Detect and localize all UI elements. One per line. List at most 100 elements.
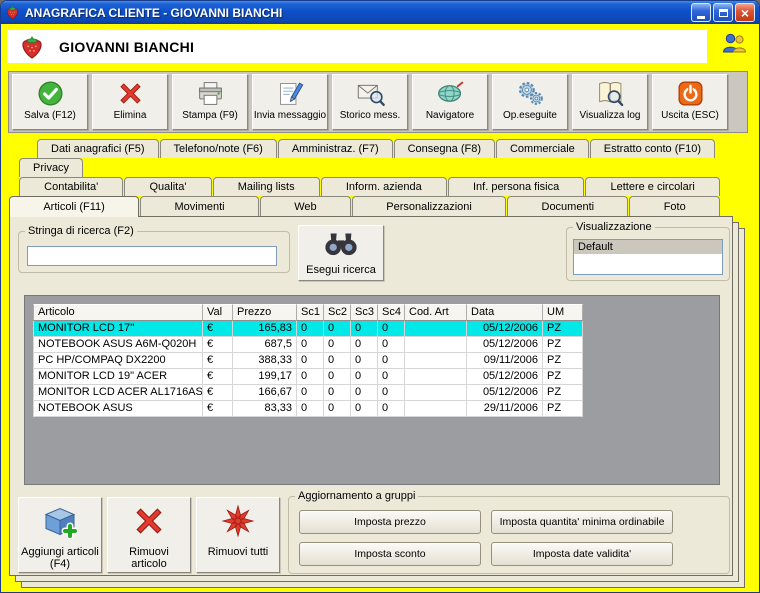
toolbar-button-uscita-esc[interactable]: Uscita (ESC)	[652, 74, 728, 130]
column-header-data[interactable]: Data	[467, 304, 543, 321]
group-update-button-imposta-quantita-minima-ordinabile[interactable]: Imposta quantita' minima ordinabile	[491, 510, 673, 534]
toolbar-button-storico-mess[interactable]: Storico mess.	[332, 74, 408, 130]
cell-um: PZ	[543, 369, 583, 385]
cell-val: €	[203, 385, 233, 401]
tab-privacy[interactable]: Privacy	[19, 158, 84, 177]
toolbar-button-label: Elimina	[113, 110, 147, 121]
cell-prezzo: 166,67	[233, 385, 297, 401]
toolbar-button-label: Storico mess.	[339, 110, 401, 121]
tab-row-1: Dati anagrafici (F5) Telefono/note (F6) Am…	[37, 139, 715, 158]
group-update-box: Aggiornamento a gruppi Imposta prezzo Imp…	[288, 490, 730, 574]
cell-sc3: 0	[351, 321, 378, 337]
header: GIOVANNI BIANCHI	[1, 24, 759, 68]
cell-prezzo: 388,33	[233, 353, 297, 369]
titlebar: ANAGRAFICA CLIENTE - GIOVANNI BIANCHI ×	[1, 1, 759, 24]
group-update-button-imposta-sconto[interactable]: Imposta sconto	[299, 542, 481, 566]
column-header-val[interactable]: Val	[203, 304, 233, 321]
toolbar-button-invia-messaggio[interactable]: Invia messaggio	[252, 74, 328, 130]
tab-foto[interactable]: Foto	[629, 196, 721, 216]
search-group: Stringa di ricerca (F2)	[18, 225, 290, 273]
cell-sc2: 0	[324, 353, 351, 369]
articles-grid-area: Articolo Val Prezzo Sc1 Sc2 Sc3 Sc4 Cod. Art Dat…	[24, 295, 720, 485]
cell-articolo: NOTEBOOK ASUS A6M-Q020H	[33, 337, 203, 353]
tab-web[interactable]: Web	[259, 196, 351, 216]
cell-data: 05/12/2006	[467, 369, 543, 385]
visualization-group-label: Visualizzazione	[576, 221, 652, 233]
printer-icon	[196, 78, 225, 109]
column-header-articolo[interactable]: Articolo	[33, 304, 203, 321]
tab-contabilita[interactable]: Contabilita'	[19, 177, 124, 196]
tab-telefono-note-f6[interactable]: Telefono/note (F6)	[159, 139, 277, 158]
column-header-um[interactable]: UM	[543, 304, 583, 321]
cell-prezzo: 199,17	[233, 369, 297, 385]
maximize-button[interactable]	[713, 3, 733, 22]
users-icon[interactable]	[721, 32, 747, 54]
action-button-aggiungi-articoli-f4[interactable]: Aggiungi articoli (F4)	[18, 497, 102, 573]
table-row[interactable]: NOTEBOOK ASUS €83,33 0 0 0 0 29/11/2006 PZ	[33, 401, 583, 417]
toolbar-button-navigatore[interactable]: Navigatore	[412, 74, 488, 130]
toolbar-button-stampa-f9[interactable]: Stampa (F9)	[172, 74, 248, 130]
group-update-button-imposta-date-validita[interactable]: Imposta date validita'	[491, 542, 673, 566]
cell-um: PZ	[543, 353, 583, 369]
group-update-buttons: Imposta prezzo Imposta quantita' minima o…	[299, 510, 673, 566]
remove-cross-icon	[131, 503, 167, 544]
column-header-sc1[interactable]: Sc1	[297, 304, 324, 321]
tab-articoli-f11[interactable]: Articoli (F11)	[9, 196, 140, 217]
article-actions: Aggiungi articoli (F4) Rimuovi articolo Ri…	[18, 497, 280, 573]
tab-estratto-conto-f10[interactable]: Estratto conto (F10)	[589, 139, 715, 158]
execute-search-button[interactable]: Esegui ricerca	[298, 225, 384, 281]
cell-sc4: 0	[378, 353, 405, 369]
column-header-cod-art[interactable]: Cod. Art	[405, 304, 467, 321]
execute-search-label: Esegui ricerca	[306, 264, 376, 276]
tab-inform-azienda[interactable]: Inform. azienda	[320, 177, 447, 196]
tab-personalizzazioni[interactable]: Personalizzazioni	[351, 196, 507, 216]
cell-sc1: 0	[297, 337, 324, 353]
tab-amministraz-f7[interactable]: Amministraz. (F7)	[277, 139, 393, 158]
column-header-sc2[interactable]: Sc2	[324, 304, 351, 321]
visualization-list-item[interactable]: Default	[574, 240, 722, 254]
tab-dati-anagrafici-f5[interactable]: Dati anagrafici (F5)	[37, 139, 159, 158]
table-row[interactable]: MONITOR LCD 19" ACER €199,17 0 0 0 0 05/12/200…	[33, 369, 583, 385]
tab-documenti[interactable]: Documenti	[507, 196, 629, 216]
minimize-button[interactable]	[691, 3, 711, 22]
tab-movimenti[interactable]: Movimenti	[140, 196, 259, 216]
group-update-button-imposta-prezzo[interactable]: Imposta prezzo	[299, 510, 481, 534]
visualization-list[interactable]: Default	[573, 239, 723, 275]
toolbar-button-elimina[interactable]: Elimina	[92, 74, 168, 130]
cell-sc1: 0	[297, 385, 324, 401]
maximize-icon	[718, 8, 728, 17]
message-history-icon	[356, 78, 385, 109]
toolbar-button-label: Op.eseguite	[503, 110, 557, 121]
action-button-label: Rimuovi articolo	[129, 546, 169, 570]
search-input[interactable]	[27, 246, 277, 266]
compose-message-icon	[276, 78, 305, 109]
tab-row-3: Contabilita' Qualita' Mailing lists Inform.…	[19, 177, 721, 196]
cell-sc1: 0	[297, 401, 324, 417]
tab-consegna-f8[interactable]: Consegna (F8)	[393, 139, 495, 158]
tab-lettere-e-circolari[interactable]: Lettere e circolari	[585, 177, 720, 196]
cell-prezzo: 687,5	[233, 337, 297, 353]
close-button[interactable]: ×	[735, 3, 755, 22]
table-row[interactable]: MONITOR LCD 17'' €165,83 0 0 0 0 05/12/2006 PZ	[33, 321, 583, 337]
tab-qualita[interactable]: Qualita'	[124, 177, 212, 196]
cell-um: PZ	[543, 321, 583, 337]
table-row[interactable]: NOTEBOOK ASUS A6M-Q020H €687,5 0 0 0 0 05/12/2…	[33, 337, 583, 353]
action-button-rimuovi-tutti[interactable]: Rimuovi tutti	[196, 497, 280, 573]
column-header-prezzo[interactable]: Prezzo	[233, 304, 297, 321]
toolbar-button-op-eseguite[interactable]: Op.eseguite	[492, 74, 568, 130]
toolbar-button-salva-f12[interactable]: Salva (F12)	[12, 74, 88, 130]
group-update-label: Aggiornamento a gruppi	[298, 490, 416, 502]
action-button-rimuovi-articolo[interactable]: Rimuovi articolo	[107, 497, 191, 573]
tab-row-2: Privacy	[19, 158, 84, 177]
tab-mailing-lists[interactable]: Mailing lists	[212, 177, 320, 196]
toolbar-button-visualizza-log[interactable]: Visualizza log	[572, 74, 648, 130]
toolbar-button-label: Visualizza log	[579, 110, 641, 121]
cell-cod-art	[405, 337, 467, 353]
table-row[interactable]: MONITOR LCD ACER AL1716AS €166,67 0 0 0 0 05/1…	[33, 385, 583, 401]
cell-sc4: 0	[378, 385, 405, 401]
column-header-sc3[interactable]: Sc3	[351, 304, 378, 321]
tab-inf-persona-fisica[interactable]: Inf. persona fisica	[447, 177, 585, 196]
tab-commerciale[interactable]: Commerciale	[495, 139, 589, 158]
column-header-sc4[interactable]: Sc4	[378, 304, 405, 321]
table-row[interactable]: PC HP/COMPAQ DX2200 €388,33 0 0 0 0 09/11/2006…	[33, 353, 583, 369]
